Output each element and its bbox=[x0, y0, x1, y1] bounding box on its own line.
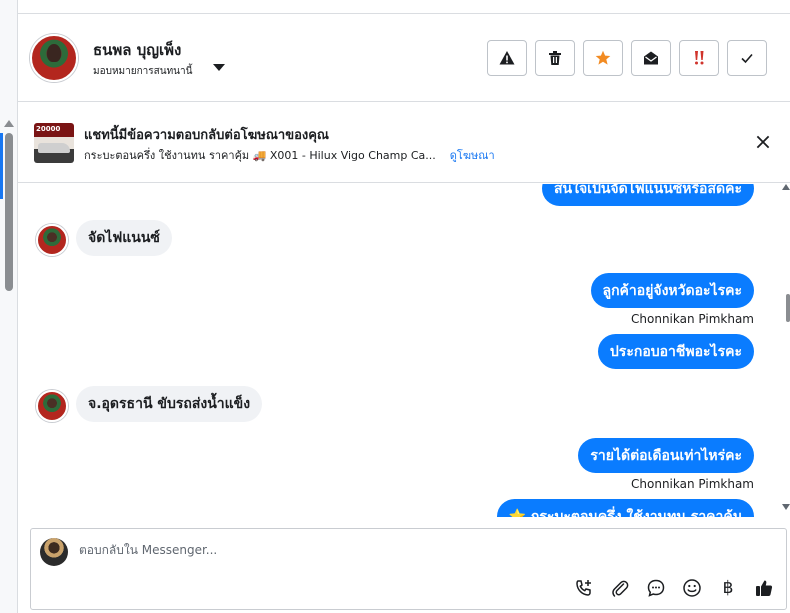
phone-plus-icon bbox=[576, 580, 591, 596]
delete-button[interactable] bbox=[535, 40, 575, 76]
assign-dropdown-caret-icon[interactable] bbox=[213, 64, 225, 71]
scroll-down-arrow-icon[interactable] bbox=[782, 504, 790, 510]
scrollbar-thumb[interactable] bbox=[5, 133, 13, 291]
star-icon bbox=[595, 50, 611, 65]
active-indicator bbox=[0, 133, 3, 199]
star-button[interactable] bbox=[583, 40, 623, 76]
message-bubble-outgoing: ประกอบอาชีพอะไรคะ bbox=[597, 334, 754, 369]
message-bubble-outgoing: ลูกค้าอยู่จังหวัดอะไรคะ bbox=[590, 273, 754, 308]
reply-input[interactable] bbox=[79, 543, 679, 557]
left-scrollbar[interactable] bbox=[0, 0, 18, 613]
emoji-icon bbox=[683, 579, 701, 597]
message-bubble-outgoing: รายได้ต่อเดือนเท่าไหร่คะ bbox=[578, 438, 754, 473]
close-icon[interactable] bbox=[754, 133, 772, 151]
ad-description-row: กระบะตอนครึ่ง ใช้งานทน ราคาคุ้ม 🚚 X001 -… bbox=[84, 146, 495, 164]
emoji-button[interactable] bbox=[681, 577, 703, 599]
truck-image bbox=[38, 143, 70, 153]
report-button[interactable] bbox=[487, 40, 527, 76]
double-exclamation-icon bbox=[695, 51, 704, 65]
attach-button[interactable] bbox=[609, 577, 631, 599]
ad-thumbnail-price: 20000 bbox=[36, 125, 61, 133]
agent-avatar bbox=[40, 538, 68, 566]
message-bubble-outgoing: ⭐ กระบะตอนครึ่ง ใช้งานทน ราคาคุ้ม bbox=[496, 499, 754, 517]
view-ad-link[interactable]: ดูโฆษณา bbox=[450, 146, 495, 164]
paperclip-icon bbox=[612, 580, 629, 597]
scroll-up-arrow-icon[interactable] bbox=[782, 184, 790, 190]
message-list[interactable]: สนใจเป็นจัดไฟแนนซ์หรือสดคะ จัดไฟแนนซ์ ลู… bbox=[18, 184, 790, 517]
baht-icon: ฿ bbox=[722, 578, 734, 598]
contact-avatar-small[interactable] bbox=[36, 390, 68, 422]
ad-description: กระบะตอนครึ่ง ใช้งานทน ราคาคุ้ม 🚚 X001 -… bbox=[84, 149, 436, 162]
contact-name[interactable]: ธนพล บุญเพ็ง bbox=[93, 38, 181, 62]
chat-header: ธนพล บุญเพ็ง มอบหมายการสนทนานี้ bbox=[18, 14, 790, 102]
thumbs-up-button[interactable] bbox=[753, 577, 775, 599]
payment-button[interactable]: ฿ bbox=[717, 577, 739, 599]
thumbs-up-icon bbox=[756, 580, 773, 596]
mark-unread-button[interactable] bbox=[631, 40, 671, 76]
sender-name: Chonnikan Pimkham bbox=[631, 312, 754, 326]
done-button[interactable] bbox=[727, 40, 767, 76]
scroll-up-arrow-icon[interactable] bbox=[4, 120, 14, 127]
priority-button[interactable] bbox=[679, 40, 719, 76]
contact-avatar[interactable] bbox=[30, 34, 78, 82]
chat-bubble-icon bbox=[647, 579, 665, 597]
ad-reply-banner: 20000 แชทนี้มีข้อความตอบกลับต่อโฆษณาของค… bbox=[18, 103, 790, 183]
call-button[interactable] bbox=[573, 577, 595, 599]
message-bubble-incoming: จ.อุดรธานี ขับรถส่งน้ำแข็ง bbox=[76, 386, 263, 422]
contact-avatar-small[interactable] bbox=[36, 224, 68, 256]
check-icon bbox=[741, 53, 753, 64]
message-bubble-incoming: จัดไฟแนนซ์ bbox=[76, 220, 172, 256]
reply-composer: ฿ bbox=[30, 528, 787, 610]
saved-replies-button[interactable] bbox=[645, 577, 667, 599]
messenger-chat-panel: ธนพล บุญเพ็ง มอบหมายการสนทนานี้ 20000 แช… bbox=[0, 0, 790, 613]
sender-name: Chonnikan Pimkham bbox=[631, 477, 754, 491]
banner-title: แชทนี้มีข้อความตอบกลับต่อโฆษณาของคุณ bbox=[84, 128, 329, 143]
assign-conversation-label[interactable]: มอบหมายการสนทนานี้ bbox=[93, 64, 192, 79]
envelope-open-icon bbox=[644, 51, 658, 65]
trash-icon bbox=[549, 51, 561, 65]
message-bubble-outgoing: สนใจเป็นจัดไฟแนนซ์หรือสดคะ bbox=[542, 184, 754, 206]
scrollbar-thumb[interactable] bbox=[786, 294, 790, 322]
ad-thumbnail[interactable]: 20000 bbox=[34, 123, 74, 163]
warning-icon bbox=[499, 51, 515, 65]
